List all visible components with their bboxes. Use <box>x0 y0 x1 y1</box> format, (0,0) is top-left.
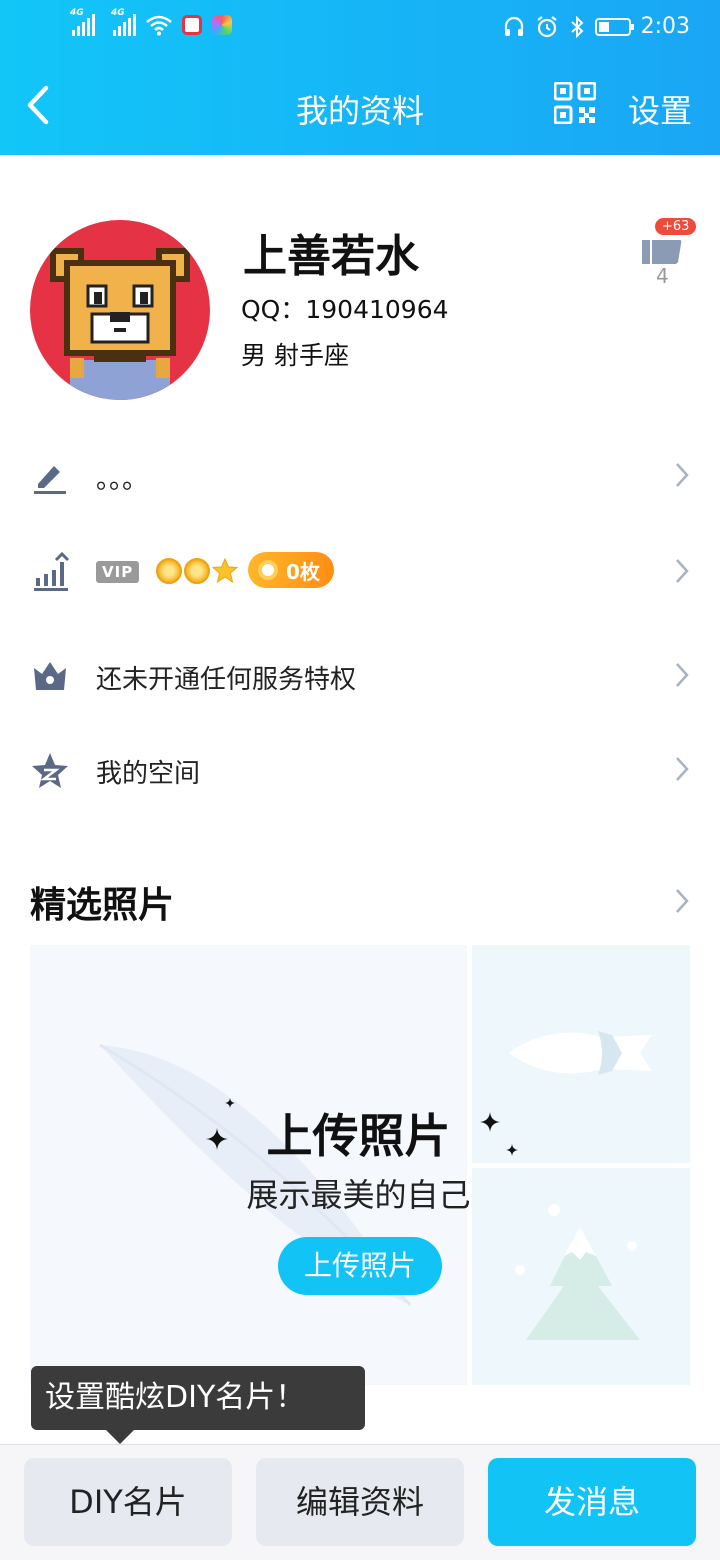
status-bar: 4G 4G 2:03 <box>0 0 720 55</box>
chevron-right-icon <box>676 559 689 583</box>
wifi-icon <box>146 15 172 36</box>
crown-icon <box>34 662 66 690</box>
gender-zodiac: 男 射手座 <box>241 341 349 370</box>
coin-count: 0枚 <box>286 559 320 584</box>
battery-icon <box>594 17 634 36</box>
settings-button[interactable]: 设置 <box>628 86 692 132</box>
bluetooth-icon <box>570 15 584 38</box>
page-title: 我的资料 <box>295 92 424 130</box>
chevron-right-icon <box>676 757 689 781</box>
star-level-icon <box>211 557 239 584</box>
level-chart-icon <box>34 552 70 591</box>
sun-level-icon <box>184 558 210 584</box>
app-notification-icon <box>182 15 202 35</box>
avatar[interactable] <box>30 220 210 400</box>
alarm-icon <box>536 15 557 37</box>
diy-card-tooltip: 设置酷炫DIY名片！ <box>31 1366 365 1430</box>
signal-icon: 4G <box>70 8 95 36</box>
signature-row[interactable]: 。。。 <box>0 436 720 516</box>
vip-badge: VIP <box>96 561 140 583</box>
coin-badge[interactable]: 0枚 <box>248 552 334 588</box>
privilege-text: 还未开通任何服务特权 <box>96 665 357 695</box>
navigation-bar: 我的资料 设置 <box>0 60 720 150</box>
chevron-right-icon <box>676 463 689 487</box>
sun-level-icon <box>156 558 182 584</box>
app-notification-icon <box>212 15 232 35</box>
like-count: 4 <box>656 264 669 288</box>
space-row[interactable]: 我的空间 <box>0 730 720 810</box>
status-time: 2:03 <box>640 14 690 39</box>
like-badge: +63 <box>655 218 697 235</box>
qq-number: QQ：190410964 <box>241 295 449 324</box>
edit-profile-button[interactable]: 编辑资料 <box>256 1458 464 1546</box>
diy-card-button[interactable]: DIY名片 <box>24 1458 232 1546</box>
level-row[interactable]: VIP 0枚 <box>0 532 720 612</box>
headphones-icon <box>504 16 523 36</box>
featured-photos-title: 精选照片 <box>30 885 175 926</box>
profile-name: 上善若水 <box>243 231 419 282</box>
status-left: 4G 4G <box>70 8 232 36</box>
send-message-button[interactable]: 发消息 <box>488 1458 696 1546</box>
privilege-row[interactable]: 还未开通任何服务特权 <box>0 636 720 716</box>
upload-photo-heading: 上传照片 <box>266 1109 451 1163</box>
signature-text: 。。。 <box>96 465 149 495</box>
signal-icon: 4G <box>111 8 136 36</box>
level-crowns <box>156 557 239 584</box>
tooltip-arrow <box>106 1430 134 1444</box>
chevron-right-icon[interactable] <box>674 886 690 916</box>
qzone-star-icon <box>32 753 68 788</box>
coin-icon <box>258 560 278 580</box>
upload-photo-button[interactable]: 上传照片 <box>278 1237 442 1295</box>
status-right: 2:03 <box>503 14 690 39</box>
chevron-right-icon <box>676 663 689 687</box>
space-text: 我的空间 <box>96 759 201 789</box>
upload-photo-subtitle: 展示最美的自己 <box>246 1176 471 1214</box>
qr-code-icon[interactable] <box>554 82 596 124</box>
edit-pencil-icon <box>34 466 66 494</box>
bear-avatar-icon <box>50 248 190 400</box>
